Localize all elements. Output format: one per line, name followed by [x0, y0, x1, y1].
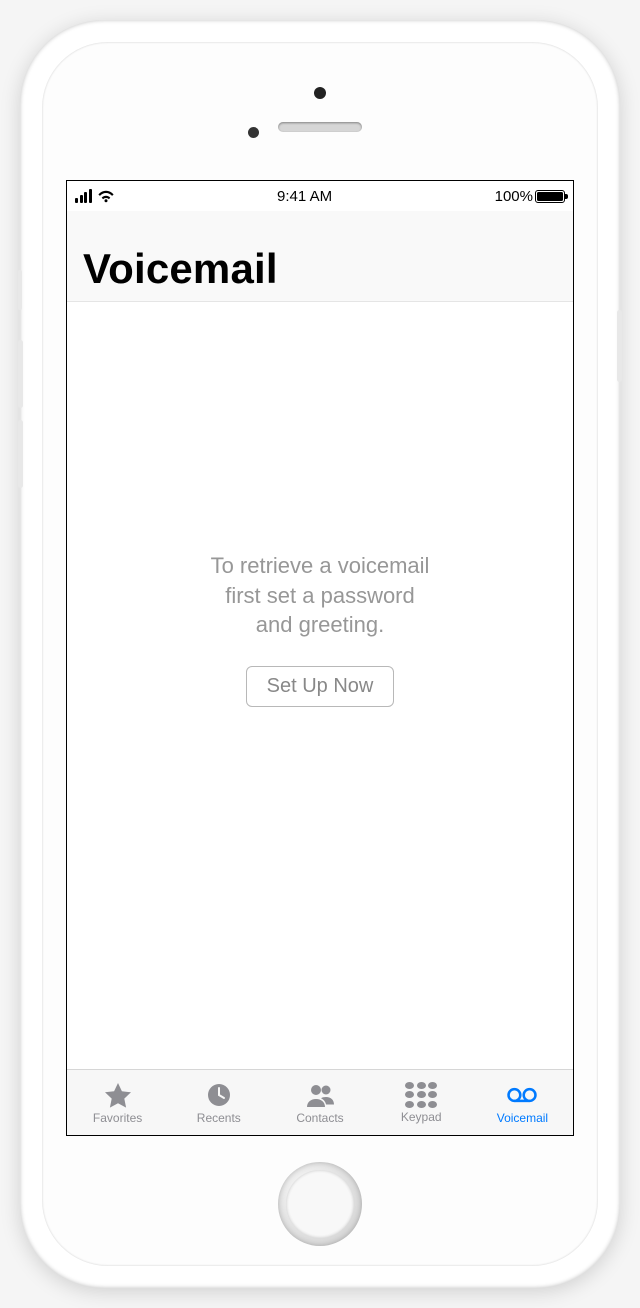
screen: 9:41 AM 100% Voicemail To retrieve a voi… [66, 180, 574, 1136]
empty-state: To retrieve a voicemail first set a pass… [67, 309, 573, 1069]
tab-keypad[interactable]: Keypad [371, 1070, 472, 1135]
keypad-icon [405, 1082, 437, 1108]
tab-label: Recents [197, 1111, 241, 1125]
tab-label: Contacts [296, 1111, 343, 1125]
tab-recents[interactable]: Recents [168, 1070, 269, 1135]
home-button[interactable] [278, 1162, 362, 1246]
mute-switch [18, 270, 22, 310]
tab-voicemail[interactable]: Voicemail [472, 1070, 573, 1135]
tab-label: Favorites [93, 1111, 142, 1125]
tab-label: Keypad [401, 1110, 442, 1124]
device-bezel: 9:41 AM 100% Voicemail To retrieve a voi… [42, 42, 598, 1266]
device-frame: 9:41 AM 100% Voicemail To retrieve a voi… [20, 20, 620, 1288]
earpiece-speaker [278, 122, 362, 132]
proximity-sensor [248, 127, 259, 138]
battery-icon [535, 190, 565, 203]
star-icon [102, 1081, 134, 1109]
status-time: 9:41 AM [277, 188, 332, 205]
volume-up [18, 340, 23, 408]
front-camera [314, 87, 326, 99]
power-button [617, 310, 622, 382]
status-bar: 9:41 AM 100% [67, 181, 573, 211]
tab-favorites[interactable]: Favorites [67, 1070, 168, 1135]
tab-contacts[interactable]: Contacts [269, 1070, 370, 1135]
wifi-icon [97, 189, 115, 203]
nav-header: Voicemail [67, 211, 573, 302]
set-up-now-button[interactable]: Set Up Now [246, 666, 395, 707]
tab-bar: Favorites Recents Contacts Keypad [67, 1069, 573, 1135]
cellular-signal-icon [75, 189, 92, 203]
contacts-icon [304, 1081, 336, 1109]
page-title: Voicemail [83, 245, 557, 293]
tab-label: Voicemail [497, 1111, 548, 1125]
battery-percentage: 100% [495, 188, 533, 205]
voicemail-icon [506, 1081, 538, 1109]
volume-down [18, 420, 23, 488]
clock-icon [203, 1081, 235, 1109]
empty-state-text: To retrieve a voicemail first set a pass… [211, 551, 430, 640]
